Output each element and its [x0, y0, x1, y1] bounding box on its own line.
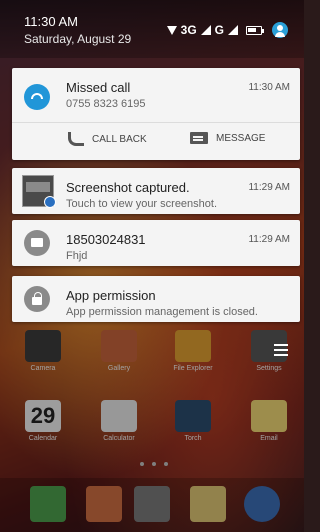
notification-message[interactable]: 18503024831 Fhjd 11:29 AM	[12, 220, 300, 266]
date: Saturday, August 29	[24, 32, 132, 46]
notification-subtitle: Touch to view your screenshot.	[66, 198, 218, 210]
notification-time: 11:29 AM	[248, 182, 290, 193]
notification-time: 11:29 AM	[248, 234, 290, 245]
message-icon	[190, 132, 208, 144]
notification-subtitle: 0755 8323 6195	[66, 98, 146, 110]
message-button[interactable]: MESSAGE	[190, 132, 265, 144]
screenshot-badge-icon	[44, 196, 56, 208]
notification-title: 18503024831	[66, 232, 146, 247]
notification-screenshot[interactable]: Screenshot captured. Touch to view your …	[12, 168, 300, 214]
network-type-label-2: G	[214, 23, 224, 37]
status-header: 11:30 AM Saturday, August 29 3G G	[0, 0, 304, 58]
message-label: MESSAGE	[216, 132, 266, 144]
notification-time: 11:30 AM	[248, 82, 290, 93]
notification-missed-call[interactable]: Missed call 0755 8323 6195 11:30 AM CALL…	[12, 68, 300, 160]
menu-icon[interactable]	[274, 344, 288, 359]
lock-icon	[24, 286, 50, 312]
signal-icon-2	[228, 25, 238, 35]
battery-icon	[246, 25, 264, 35]
notification-subtitle: Fhjd	[66, 250, 88, 262]
signal-icon	[200, 25, 211, 35]
wifi-icon	[166, 25, 177, 35]
call-back-button[interactable]: CALL BACK	[68, 132, 147, 146]
network-type-label: 3G	[180, 23, 197, 37]
call-back-label: CALL BACK	[92, 133, 147, 145]
notification-subtitle: App permission management is closed.	[66, 306, 258, 318]
clock: 11:30 AM	[24, 14, 78, 29]
status-indicators: 3G G	[166, 22, 288, 38]
notification-app-permission[interactable]: App permission App permission management…	[12, 276, 300, 322]
notification-title: App permission	[66, 288, 156, 303]
user-icon[interactable]	[272, 22, 288, 38]
missed-call-icon	[24, 84, 50, 110]
phone-icon	[68, 132, 84, 146]
notification-title: Screenshot captured.	[66, 180, 190, 195]
divider	[12, 122, 300, 123]
notification-title: Missed call	[66, 80, 131, 95]
sms-icon	[24, 230, 50, 256]
